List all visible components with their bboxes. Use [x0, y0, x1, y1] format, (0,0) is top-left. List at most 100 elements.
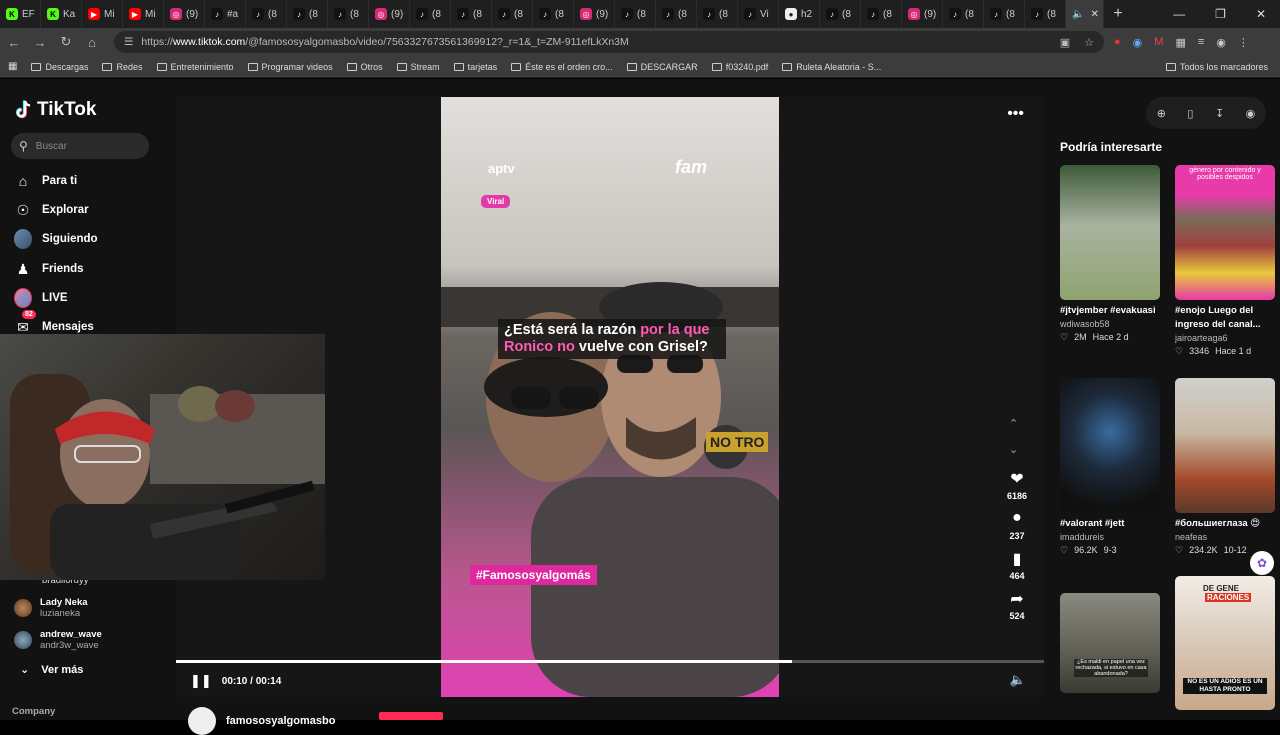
bookmark-item[interactable]: Otros: [346, 62, 383, 72]
video-player[interactable]: aptv fam Viral ¿Está será la razón por l…: [441, 97, 779, 697]
nav-live[interactable]: LIVE: [14, 288, 68, 308]
nav-friends[interactable]: ♟ Friends: [14, 260, 84, 278]
folder-icon: [711, 62, 722, 71]
upload-icon[interactable]: ⊕: [1157, 107, 1166, 120]
browser-tab[interactable]: ♪ (8: [492, 0, 533, 28]
nav-para-ti[interactable]: ⌂ Para ti: [14, 172, 77, 190]
bookmark-icon[interactable]: ▮: [1013, 549, 1022, 571]
share-icon[interactable]: ➦: [1010, 589, 1023, 611]
volume-icon[interactable]: 🔈: [1010, 672, 1026, 688]
all-bookmarks[interactable]: Todos los marcadores: [1165, 62, 1268, 72]
follow-button[interactable]: [379, 712, 443, 720]
next-video-icon[interactable]: ⌄: [1009, 443, 1018, 456]
browser-tab[interactable]: ♪ Vi: [738, 0, 779, 28]
tiktok-icon: ♪: [498, 8, 510, 20]
more-options-icon[interactable]: •••: [1007, 105, 1024, 123]
bookmark-star-icon[interactable]: ☆: [1084, 36, 1094, 49]
floating-extension-icon[interactable]: ✿: [1250, 551, 1274, 575]
close-tab-icon[interactable]: ✕: [1090, 9, 1098, 20]
browser-tab[interactable]: ▶ Mi: [82, 0, 123, 28]
extensions-puzzle-icon[interactable]: ▦: [1175, 36, 1185, 49]
menu-kebab-icon[interactable]: ⋮: [1238, 36, 1249, 49]
minimize-icon[interactable]: —: [1173, 7, 1185, 21]
navigation-bar: ← → ↻ ⌂ ☰ https://www.tiktok.com/@famoso…: [0, 28, 1280, 56]
reload-icon[interactable]: ↻: [54, 34, 78, 50]
browser-tab[interactable]: ♪ (8: [943, 0, 984, 28]
recommended-card[interactable]: DE GENE RACIONES NO ES UN ADIÓS ES UN HA…: [1175, 576, 1275, 710]
browser-tab[interactable]: ♪ (8: [697, 0, 738, 28]
pause-icon[interactable]: ❚❚: [190, 673, 212, 689]
new-tab-button[interactable]: +: [1104, 5, 1132, 23]
following-item[interactable]: Lady Neka luzianeka: [14, 597, 88, 619]
nav-explorar[interactable]: ☉ Explorar: [14, 201, 89, 219]
recommended-card[interactable]: #valorant #jett imaddureis ♡ 96.2K 9-3: [1060, 378, 1160, 556]
tab-label: Mi: [145, 8, 156, 20]
device-icon[interactable]: ▯: [1187, 107, 1193, 120]
see-more-button[interactable]: ⌄ Ver más: [20, 663, 83, 677]
bookmark-item[interactable]: Entretenimiento: [156, 62, 234, 72]
previous-video-icon[interactable]: ⌃: [1009, 417, 1018, 430]
browser-tab[interactable]: ♪ (8: [615, 0, 656, 28]
bookmark-item[interactable]: Programar videos: [247, 62, 333, 72]
browser-tab[interactable]: ♪ (8: [533, 0, 574, 28]
browser-tab[interactable]: ♪ (8: [451, 0, 492, 28]
recommended-card[interactable]: #большиеглаза 😍 neafeas ♡ 234.2K 10-12: [1175, 378, 1275, 556]
browser-tab[interactable]: ◎ (9): [574, 0, 615, 28]
browser-tab[interactable]: K EF: [0, 0, 41, 28]
home-browser-icon[interactable]: ⌂: [80, 35, 104, 50]
restore-icon[interactable]: ❐: [1215, 7, 1226, 21]
browser-tab[interactable]: ♪ (8: [328, 0, 369, 28]
browser-tab[interactable]: ◎ (9): [902, 0, 943, 28]
extension-blue-icon[interactable]: ◉: [1133, 36, 1143, 49]
comment-icon[interactable]: ●: [1012, 509, 1022, 531]
bookmark-item[interactable]: DESCARGAR: [626, 62, 698, 72]
author-strip[interactable]: famososyalgomasbo: [188, 707, 335, 735]
tiktok-logo[interactable]: TikTok: [16, 99, 96, 121]
bookmark-item[interactable]: Descargas: [31, 62, 88, 72]
recommended-card[interactable]: #jtvjember #evakuasi wdiwasob58 ♡ 2M Hace …: [1060, 165, 1160, 343]
browser-tab[interactable]: ♪ (8: [820, 0, 861, 28]
browser-tab[interactable]: ♪ (8: [984, 0, 1025, 28]
following-item[interactable]: andrew_wave andr3w_wave: [14, 629, 102, 651]
recommended-card[interactable]: género por contenido y posibles despidos…: [1175, 165, 1275, 357]
bookmark-item[interactable]: Éste es el orden cro...: [511, 62, 613, 72]
browser-tab[interactable]: ♪ (8: [861, 0, 902, 28]
browser-tab[interactable]: ♪ (8: [287, 0, 328, 28]
browser-tab[interactable]: ♪ (8: [656, 0, 697, 28]
company-link[interactable]: Company: [12, 706, 55, 717]
extension-red-icon[interactable]: ●: [1114, 36, 1121, 49]
forward-icon[interactable]: →: [28, 35, 52, 50]
browser-tab[interactable]: K Ka: [41, 0, 82, 28]
site-info-icon[interactable]: ☰: [124, 36, 133, 48]
nav-siguiendo[interactable]: Siguiendo: [14, 229, 98, 249]
bookmark-item[interactable]: Ruleta Aleatoria - S...: [782, 62, 881, 72]
caption-text: vuelve con Grisel?: [574, 339, 708, 355]
back-icon[interactable]: ←: [2, 35, 26, 50]
profile-icon[interactable]: ◉: [1216, 36, 1226, 49]
cast-icon[interactable]: ▣: [1060, 36, 1070, 49]
extension-m-icon[interactable]: M: [1154, 36, 1163, 49]
bookmark-item[interactable]: f03240.pdf: [711, 62, 768, 72]
browser-tab[interactable]: ♪ (8: [246, 0, 287, 28]
heart-icon[interactable]: ❤: [1010, 469, 1023, 491]
browser-tab[interactable]: ● h2: [779, 0, 820, 28]
profile-avatar-icon[interactable]: ◉: [1246, 107, 1256, 120]
recommended-card[interactable]: ¿Es maldi en papel una vez rechazada, si…: [1060, 593, 1160, 693]
close-window-icon[interactable]: ✕: [1256, 7, 1266, 21]
bookmark-item[interactable]: Stream: [396, 62, 440, 72]
media-queue-icon[interactable]: ≡: [1198, 36, 1204, 49]
bookmark-item[interactable]: Redes: [102, 62, 143, 72]
browser-tab[interactable]: ♪ (8: [1025, 0, 1066, 28]
browser-tab[interactable]: ◎ (9): [164, 0, 205, 28]
video-progress-bar[interactable]: [176, 660, 1044, 663]
download-icon[interactable]: ↧: [1215, 107, 1224, 120]
browser-tab[interactable]: ◎ (9): [369, 0, 410, 28]
apps-grid-icon[interactable]: ▦: [8, 61, 17, 72]
search-input[interactable]: ⚲ Buscar: [11, 133, 149, 159]
browser-tab[interactable]: ♪ (8: [410, 0, 451, 28]
address-bar[interactable]: ☰ https://www.tiktok.com/@famososyalgoma…: [114, 31, 1104, 53]
browser-tab[interactable]: ♪ #a: [205, 0, 246, 28]
browser-tab[interactable]: ▶ Mi: [123, 0, 164, 28]
bookmark-item[interactable]: tarjetas: [453, 62, 497, 72]
active-tab[interactable]: 🔈 ✕: [1066, 0, 1104, 28]
